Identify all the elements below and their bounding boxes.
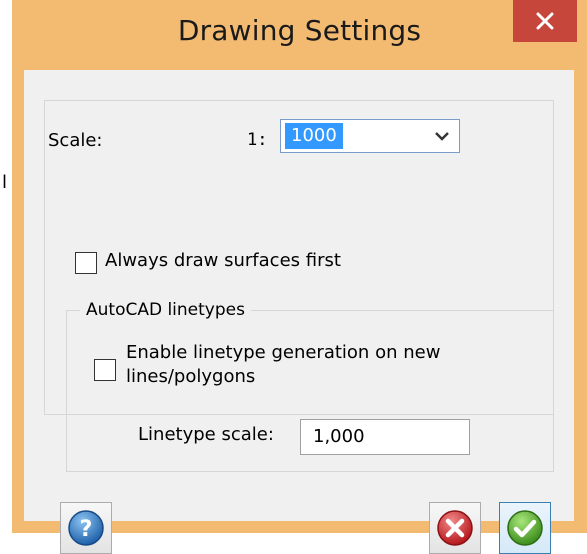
draw-surfaces-first-label[interactable]: Always draw surfaces first: [105, 250, 341, 271]
cancel-button[interactable]: [429, 502, 481, 554]
enable-linetype-label[interactable]: Enable linetype generation on new: [126, 342, 440, 363]
background-text-fragment: l: [2, 172, 8, 193]
title-bar[interactable]: Drawing Settings: [12, 0, 587, 70]
drawing-settings-dialog: Drawing Settings Scale: 1: 1000 Always d…: [12, 0, 587, 554]
chevron-down-icon: [435, 132, 449, 141]
scale-value: 1000: [285, 123, 343, 149]
enable-linetype-label-continued[interactable]: lines/polygons: [126, 366, 255, 387]
close-icon: [536, 12, 554, 30]
dialog-body: Scale: 1: 1000 Always draw surfaces firs…: [24, 70, 574, 554]
close-button[interactable]: [513, 0, 577, 42]
linetype-scale-label: Linetype scale:: [138, 424, 274, 445]
linetype-scale-input[interactable]: 1,000: [300, 419, 470, 455]
scale-dropdown[interactable]: 1000: [280, 119, 460, 153]
svg-text:?: ?: [80, 517, 93, 542]
help-icon: ?: [68, 510, 104, 546]
ok-button[interactable]: [499, 502, 551, 554]
window-title: Drawing Settings: [177, 14, 422, 47]
scale-prefix: 1:: [247, 130, 268, 150]
scale-label: Scale:: [48, 130, 103, 151]
linetypes-group-title: AutoCAD linetypes: [80, 300, 251, 320]
ok-icon: [507, 510, 543, 546]
enable-linetype-checkbox[interactable]: [94, 359, 116, 381]
draw-surfaces-first-checkbox[interactable]: [75, 252, 97, 274]
cancel-icon: [437, 510, 473, 546]
help-button[interactable]: ?: [60, 502, 112, 554]
